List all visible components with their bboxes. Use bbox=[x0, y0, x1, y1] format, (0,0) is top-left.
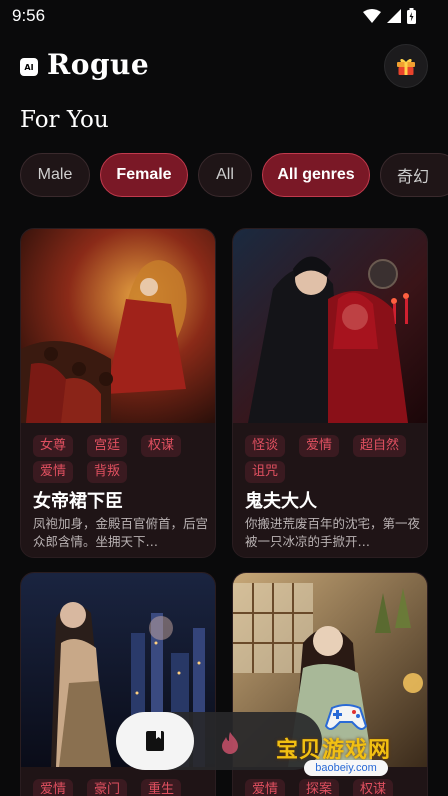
story-card[interactable]: 女尊 宫廷 权谋 爱情 背叛 女帝裙下臣 凤袍加身，金殿百官俯首，后宫众郎含情。… bbox=[20, 228, 216, 558]
story-title: 女帝裙下臣 bbox=[33, 491, 123, 512]
nav-library-button[interactable] bbox=[116, 712, 194, 770]
book-icon bbox=[146, 731, 164, 751]
app-header: AI Rogue bbox=[20, 44, 428, 88]
gamepad-logo-icon bbox=[324, 704, 368, 730]
tag: 诅咒 bbox=[245, 461, 286, 483]
status-bar: 9:56 bbox=[0, 0, 448, 32]
tag: 女尊 bbox=[33, 435, 74, 457]
watermark: 宝贝游戏网 baobeiy.com bbox=[268, 702, 440, 788]
story-cover-image bbox=[233, 229, 427, 423]
flame-icon bbox=[222, 732, 238, 754]
nav-discover-button[interactable] bbox=[216, 729, 244, 757]
battery-icon bbox=[407, 8, 416, 24]
filter-chip-fantasy[interactable]: 奇幻 bbox=[380, 153, 448, 197]
story-description: 凤袍加身，金殿百官俯首，后宫众郎含情。坐拥天下… bbox=[33, 516, 209, 549]
filter-chip-all-genres[interactable]: All genres bbox=[262, 153, 370, 197]
cellular-icon bbox=[387, 9, 401, 23]
gift-button[interactable] bbox=[384, 44, 428, 88]
story-card[interactable]: 怪谈 爱情 超自然 诅咒 鬼夫大人 你搬进荒废百年的沈宅，第一夜被一只冰凉的手掀… bbox=[232, 228, 428, 558]
tag: 怪谈 bbox=[245, 435, 286, 457]
tag: 权谋 bbox=[141, 435, 182, 457]
tag: 豪门 bbox=[87, 779, 128, 796]
tag: 宫廷 bbox=[87, 435, 128, 457]
section-title: For You bbox=[20, 107, 109, 133]
story-cover-image bbox=[21, 229, 215, 423]
tag: 爱情 bbox=[33, 461, 74, 483]
wifi-icon bbox=[363, 9, 381, 23]
tag: 重生 bbox=[141, 779, 182, 796]
filter-chip-male[interactable]: Male bbox=[20, 153, 90, 197]
tag: 背叛 bbox=[87, 461, 128, 483]
watermark-url: baobeiy.com bbox=[304, 760, 388, 776]
story-description: 你搬进荒废百年的沈宅，第一夜被一只冰凉的手掀开… bbox=[245, 516, 421, 549]
status-time: 9:56 bbox=[12, 6, 46, 25]
tag: 爱情 bbox=[299, 435, 340, 457]
story-title: 鬼夫大人 bbox=[245, 491, 317, 512]
tag: 超自然 bbox=[353, 435, 407, 457]
filter-chip-row: Male Female All All genres 奇幻 bbox=[20, 153, 448, 199]
filter-chip-female[interactable]: Female bbox=[100, 153, 188, 197]
logo-badge: AI bbox=[20, 58, 38, 76]
app-title: Rogue bbox=[47, 48, 150, 81]
gift-icon bbox=[397, 58, 415, 75]
tag: 爱情 bbox=[33, 779, 74, 796]
filter-chip-all[interactable]: All bbox=[198, 153, 252, 197]
status-icons bbox=[363, 8, 416, 24]
